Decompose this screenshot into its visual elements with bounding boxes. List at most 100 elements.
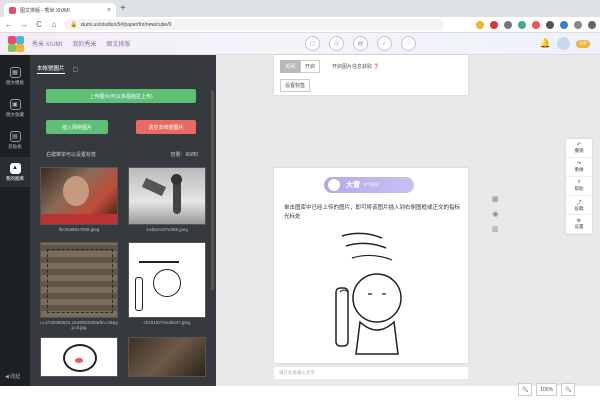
thumbnail-image: [128, 167, 206, 225]
redo-button[interactable]: ↷ 重做: [566, 158, 592, 177]
doodle-image[interactable]: [322, 228, 422, 358]
side-toolbar: ↶ 撤销 ↷ 重做 ? 帮助 ⤴ 投稿 ⚙ 设置: [566, 139, 592, 234]
rail-item-templates[interactable]: ▦ 图文模板: [0, 61, 30, 91]
rail-item-label: 图文模板: [6, 79, 24, 85]
check-icon[interactable]: ✓: [377, 36, 392, 51]
forward-button[interactable]: →: [19, 20, 29, 29]
tab-folder-icon[interactable]: ▢: [73, 66, 79, 73]
favorites-icon: ▣: [9, 98, 21, 110]
undo-label: 撤销: [574, 148, 584, 153]
bar-chart-icon[interactable]: ▥: [492, 225, 499, 233]
rail-item-gallery[interactable]: ▲ 我的图库: [0, 157, 30, 187]
thumbnail-image: [40, 242, 118, 318]
vip-badge: VIP: [575, 39, 590, 48]
star-icon[interactable]: [476, 20, 484, 29]
toggle-note: 开启图片信息获取 ❓: [332, 64, 380, 70]
xiumi-logo-icon[interactable]: [8, 35, 24, 52]
extension-icon[interactable]: [504, 20, 512, 29]
zoom-level: 100%: [536, 383, 558, 396]
top-nav: 秀米 XIUMI 我的秀米 图文排版 ▢ ◎ ▤ ✓ ♡ 🔔 VIP: [0, 33, 600, 55]
template-icon: ▦: [9, 66, 21, 78]
url-text: xiumi.us/studio/v5#/paper/for/new/cube/0: [80, 21, 172, 28]
article-text[interactable]: 单击图库中已经上传的图片，即可将该图片插入到右侧图框或正文的指标光标处: [284, 204, 460, 222]
rail-item-label: 我的图库: [6, 175, 24, 181]
avatar[interactable]: [556, 37, 570, 50]
menu-icon[interactable]: [588, 20, 596, 29]
hint-row: 右键菜单可以设置标签 容量：60/80: [46, 151, 198, 158]
image-panel: 本帐號圖片 ▢ 上传图片(可以多图拖拉上传) 插入网络图片 清空本帐號图片 右键…: [30, 55, 216, 386]
info-toggle: 关闭 开启: [280, 60, 321, 73]
thumbnail-caption: 1v4bce167e35b.jpeg: [146, 227, 188, 232]
extension-icon[interactable]: [490, 20, 498, 29]
clear-images-button[interactable]: 清空本帐號图片: [136, 120, 196, 134]
share-icon[interactable]: ♡: [401, 36, 416, 51]
circle-icon[interactable]: ◉: [492, 210, 498, 218]
rail-item-label: 图文收藏: [6, 111, 24, 117]
back-button[interactable]: ←: [4, 20, 14, 29]
grid-icon[interactable]: ▦: [492, 195, 499, 203]
editor-canvas: 关闭 开启 开启图片信息获取 ❓ 设置标签 ▦ ◉ ▥ 大雪 节气知识 单击图库…: [216, 55, 600, 396]
thumbnail[interactable]: ch1915274ed9447.jpeg: [128, 242, 206, 325]
nav-brand[interactable]: 秀米 XIUMI: [32, 39, 62, 48]
rail-item-label: 剪贴板: [8, 143, 22, 149]
help-button[interactable]: ? 帮助: [566, 177, 592, 196]
thumbnail[interactable]: [40, 337, 118, 379]
mini-tools: ▦ ◉ ▥: [492, 195, 499, 233]
capacity-text: 容量：60/80: [170, 152, 198, 158]
collapse-button[interactable]: ◀ 收起: [5, 373, 20, 380]
address-bar: ← → C ⌂ 🔒 xiumi.us/studio/v5#/paper/for/…: [0, 17, 600, 33]
upload-button[interactable]: 上传图片(可以多图拖拉上传): [46, 89, 196, 103]
thumbnail-image: [128, 337, 206, 377]
preview-icon[interactable]: ◎: [329, 36, 344, 51]
thumbnail[interactable]: [128, 337, 206, 379]
undo-button[interactable]: ↶ 撤销: [566, 139, 592, 158]
thumbnail-caption: ch1915274ed9447.jpeg: [143, 320, 191, 325]
article-card[interactable]: 大雪 节气知识 单击图库中已经上传的图片，即可将该图片插入到右侧图框或正文的指标…: [274, 168, 468, 363]
tab-account-images[interactable]: 本帐號圖片: [37, 64, 65, 74]
title-pill[interactable]: 大雪 节气知识: [324, 177, 414, 193]
submit-button[interactable]: ⤴ 投稿: [566, 196, 592, 215]
rail-item-clipboard[interactable]: ▤ 剪贴板: [0, 125, 30, 155]
zoom-out-button[interactable]: 🔍: [518, 383, 533, 396]
extension-icon[interactable]: [546, 20, 554, 29]
toggle-off-button[interactable]: 关闭: [280, 60, 301, 73]
thumbnail[interactable]: 1v4bce167e35b.jpeg: [128, 167, 206, 232]
new-doc-icon[interactable]: ▢: [305, 36, 320, 51]
browser-tabbar: 图文排版 - 秀米 XIUMI × +: [0, 0, 600, 17]
thumbnail-caption: lfechat8817806.jpeg: [58, 227, 100, 232]
extension-icon[interactable]: [560, 20, 568, 29]
extensions: [476, 20, 596, 29]
insert-web-image-button[interactable]: 插入网络图片: [46, 120, 108, 134]
settings-label: 设置: [574, 224, 584, 229]
profile-icon[interactable]: [574, 20, 582, 29]
submit-icon: ⤴: [576, 199, 582, 206]
toggle-on-button[interactable]: 开启: [300, 60, 321, 73]
thumbnail[interactable]: u=2720390524,1649023259&fm=26&gp=0.jpg: [40, 242, 118, 330]
zoom-in-button[interactable]: 🔍: [561, 383, 576, 396]
nav-layout[interactable]: 图文排版: [106, 39, 130, 48]
browser-tab[interactable]: 图文排版 - 秀米 XIUMI ×: [4, 3, 116, 17]
home-button[interactable]: ⌂: [49, 20, 59, 29]
text-input[interactable]: 请在此处输入文字: [274, 367, 468, 379]
extension-icon[interactable]: [532, 20, 540, 29]
bell-icon[interactable]: 🔔: [540, 38, 551, 49]
thumbnail[interactable]: lfechat8817806.jpeg: [40, 167, 118, 232]
thumbnail-image: [40, 167, 118, 225]
user-area: 🔔 VIP: [540, 37, 590, 50]
rail-item-favorites[interactable]: ▣ 图文收藏: [0, 93, 30, 123]
extension-icon[interactable]: [518, 20, 526, 29]
tab-close-icon[interactable]: ×: [107, 7, 111, 14]
reload-button[interactable]: C: [34, 20, 44, 29]
new-tab-button[interactable]: +: [120, 3, 126, 15]
left-rail: ▦ 图文模板 ▣ 图文收藏 ▤ 剪贴板 ▲ 我的图库 ◀ 收起: [0, 55, 30, 386]
settings-button[interactable]: ⚙ 设置: [566, 215, 592, 234]
set-tag-button[interactable]: 设置标签: [280, 79, 311, 92]
settings-card: 关闭 开启 开启图片信息获取 ❓ 设置标签: [274, 55, 468, 95]
zoom-controls: 🔍 100% 🔍: [518, 383, 576, 396]
panel-scrollbar[interactable]: [211, 90, 214, 290]
url-field[interactable]: 🔒 xiumi.us/studio/v5#/paper/for/new/cube…: [64, 19, 444, 30]
save-icon[interactable]: ▤: [353, 36, 368, 51]
nav-my-xiumi[interactable]: 我的秀米: [72, 39, 96, 48]
pill-dot: [328, 179, 340, 191]
pill-title: 大雪: [346, 182, 360, 189]
